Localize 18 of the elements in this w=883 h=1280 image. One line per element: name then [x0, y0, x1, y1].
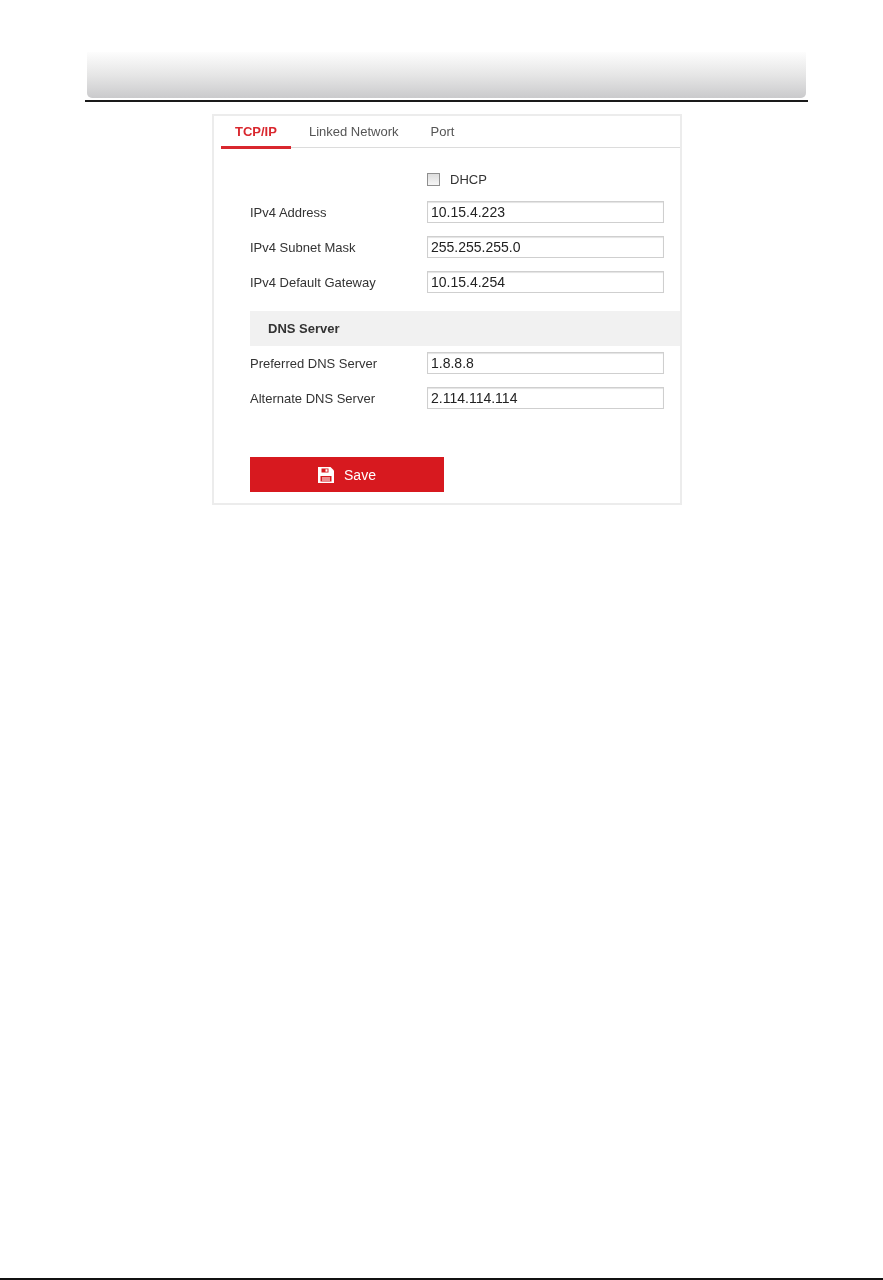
field-label: Alternate DNS Server	[250, 390, 376, 406]
checkbox-label: DHCP	[450, 172, 487, 187]
save-button[interactable]: Save	[250, 457, 444, 492]
input-field[interactable]: 10.15.4.223	[427, 201, 664, 223]
input-field[interactable]: 1.8.8.8	[427, 352, 664, 374]
input-field[interactable]: 10.15.4.254	[427, 271, 664, 293]
section-header: DNS Server	[250, 311, 680, 346]
field-label: IPv4 Default Gateway	[250, 274, 377, 290]
tab[interactable]: TCP/IP	[221, 116, 291, 149]
field-label: IPv4 Subnet Mask	[250, 239, 357, 255]
save-icon	[318, 466, 335, 483]
tab[interactable]: Port	[416, 116, 469, 149]
field-label: Preferred DNS Server	[250, 355, 379, 371]
input-field[interactable]: 2.114.114.114	[427, 387, 664, 409]
input-field[interactable]: 255.255.255.0	[427, 236, 664, 258]
tab[interactable]: Linked Network	[294, 116, 413, 149]
checkbox[interactable]	[427, 173, 440, 186]
field-label: IPv4 Address	[250, 204, 328, 220]
